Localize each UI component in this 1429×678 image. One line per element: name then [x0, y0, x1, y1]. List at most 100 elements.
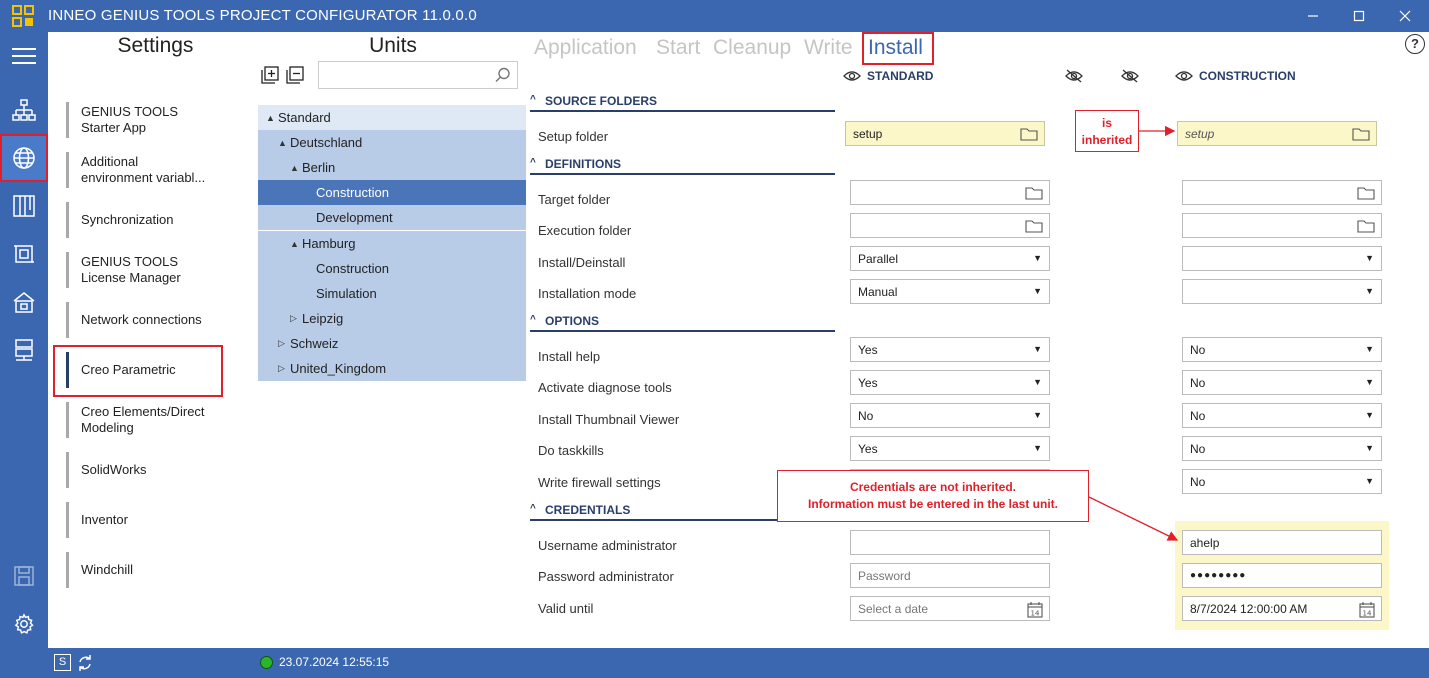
- password-admin-standard-input[interactable]: Password: [850, 563, 1050, 588]
- folder-icon[interactable]: [1025, 219, 1043, 233]
- column-construction: CONSTRUCTION: [1175, 69, 1296, 83]
- home-nav-button[interactable]: [0, 278, 48, 326]
- tree-item-hamburg-simulation[interactable]: Simulation: [258, 281, 526, 306]
- calendar-icon[interactable]: 14: [1359, 602, 1375, 618]
- settings-item-starter-app[interactable]: GENIUS TOOLS Starter App: [66, 102, 226, 138]
- install-thumbnail-standard-select[interactable]: No ▼: [850, 403, 1050, 428]
- eye-icon[interactable]: [1175, 70, 1193, 82]
- section-label: CREDENTIALS: [545, 503, 631, 517]
- expand-toggle-icon[interactable]: ▷: [278, 363, 290, 374]
- settings-item-synchronization[interactable]: Synchronization: [66, 202, 226, 238]
- collapse-toggle-icon[interactable]: ▲: [278, 138, 290, 148]
- tree-item-deutschland[interactable]: ▲ Deutschland: [258, 130, 526, 155]
- settings-item-env-variables[interactable]: Additional environment variabl...: [66, 152, 226, 188]
- install-deinstall-construction-select[interactable]: ▼: [1182, 246, 1382, 271]
- status-s-button[interactable]: S: [54, 654, 71, 671]
- menu-button[interactable]: [0, 32, 48, 80]
- tree-item-leipzig[interactable]: ▷ Leipzig: [258, 306, 526, 331]
- tab-start[interactable]: Start: [656, 36, 700, 60]
- folder-icon[interactable]: [1357, 186, 1375, 200]
- frame-nav-button[interactable]: [0, 230, 48, 278]
- section-options[interactable]: ^ OPTIONS: [530, 314, 835, 332]
- settings-item-inventor[interactable]: Inventor: [66, 502, 226, 538]
- tree-item-hamburg-construction[interactable]: Construction: [258, 256, 526, 281]
- setup-folder-construction-input[interactable]: setup: [1177, 121, 1377, 146]
- select-value: Yes: [858, 441, 878, 456]
- server-nav-button[interactable]: [0, 326, 48, 374]
- username-admin-construction-input[interactable]: ahelp: [1182, 530, 1382, 555]
- eye-icon[interactable]: [843, 70, 861, 82]
- expand-toggle-icon[interactable]: ▷: [290, 313, 302, 324]
- activate-diagnose-construction-select[interactable]: No ▼: [1182, 370, 1382, 395]
- installation-mode-standard-select[interactable]: Manual ▼: [850, 279, 1050, 304]
- globe-nav-button[interactable]: [0, 134, 48, 182]
- do-taskkills-standard-select[interactable]: Yes ▼: [850, 436, 1050, 461]
- valid-until-standard-datepicker[interactable]: Select a date 14: [850, 596, 1050, 621]
- close-button[interactable]: [1382, 0, 1428, 32]
- settings-nav-button[interactable]: [0, 600, 48, 648]
- setup-folder-standard-input[interactable]: setup: [845, 121, 1045, 146]
- settings-item-network-connections[interactable]: Network connections: [66, 302, 226, 338]
- select-value: No: [1190, 441, 1206, 456]
- do-taskkills-construction-select[interactable]: No ▼: [1182, 436, 1382, 461]
- folder-icon[interactable]: [1020, 127, 1038, 141]
- expand-toggle-icon[interactable]: ▷: [278, 338, 290, 349]
- sync-icon[interactable]: [77, 653, 93, 673]
- username-admin-standard-input[interactable]: [850, 530, 1050, 555]
- collapse-toggle-icon[interactable]: ▲: [290, 163, 302, 173]
- section-source-folders[interactable]: ^ SOURCE FOLDERS: [530, 94, 835, 112]
- target-folder-standard-input[interactable]: [850, 180, 1050, 205]
- tree-item-united-kingdom[interactable]: ▷ United_Kingdom: [258, 356, 526, 381]
- maximize-button[interactable]: [1336, 0, 1382, 32]
- tree-item-schweiz[interactable]: ▷ Schweiz: [258, 331, 526, 356]
- install-thumbnail-construction-select[interactable]: No ▼: [1182, 403, 1382, 428]
- tree-item-berlin[interactable]: ▲ Berlin: [258, 155, 526, 180]
- settings-item-windchill[interactable]: Windchill: [66, 552, 226, 588]
- tree-item-berlin-development[interactable]: Development: [258, 205, 526, 230]
- installation-mode-construction-select[interactable]: ▼: [1182, 279, 1382, 304]
- settings-item-solidworks[interactable]: SolidWorks: [66, 452, 226, 488]
- status-timestamp: 23.07.2024 12:55:15: [279, 655, 390, 669]
- eye-off-icon[interactable]: [1121, 69, 1139, 83]
- activate-diagnose-standard-select[interactable]: Yes ▼: [850, 370, 1050, 395]
- hierarchy-nav-button[interactable]: [0, 86, 48, 134]
- minimize-button[interactable]: [1290, 0, 1336, 32]
- dropdown-arrow-icon: ▼: [1033, 377, 1042, 387]
- settings-title: Settings: [117, 34, 194, 57]
- execution-folder-construction-input[interactable]: [1182, 213, 1382, 238]
- target-folder-label: Target folder: [538, 192, 611, 207]
- expand-all-button[interactable]: [261, 66, 279, 84]
- install-help-construction-select[interactable]: No ▼: [1182, 337, 1382, 362]
- tree-item-label: Construction: [316, 185, 389, 200]
- password-admin-construction-input[interactable]: ●●●●●●●●: [1182, 563, 1382, 588]
- folder-icon[interactable]: [1025, 186, 1043, 200]
- folder-icon[interactable]: [1357, 219, 1375, 233]
- tree-item-hamburg[interactable]: ▲ Hamburg: [258, 231, 526, 256]
- collapse-toggle-icon[interactable]: ▲: [266, 113, 278, 123]
- save-nav-button[interactable]: [0, 552, 48, 600]
- settings-item-label: SolidWorks: [81, 462, 147, 477]
- settings-item-license-manager[interactable]: GENIUS TOOLS License Manager: [66, 252, 226, 288]
- section-definitions[interactable]: ^ DEFINITIONS: [530, 157, 835, 175]
- write-firewall-construction-select[interactable]: No ▼: [1182, 469, 1382, 494]
- calendar-icon[interactable]: 14: [1027, 602, 1043, 618]
- folder-icon[interactable]: [1352, 127, 1370, 141]
- settings-item-creo-elements[interactable]: Creo Elements/Direct Modeling: [66, 402, 226, 438]
- help-button[interactable]: ?: [1405, 34, 1425, 54]
- settings-item-label: Inventor: [81, 512, 128, 527]
- tab-cleanup[interactable]: Cleanup: [713, 36, 791, 60]
- install-help-standard-select[interactable]: Yes ▼: [850, 337, 1050, 362]
- tab-write[interactable]: Write: [804, 36, 853, 60]
- install-deinstall-standard-select[interactable]: Parallel ▼: [850, 246, 1050, 271]
- tree-item-berlin-construction[interactable]: Construction: [258, 180, 526, 205]
- execution-folder-standard-input[interactable]: [850, 213, 1050, 238]
- eye-off-icon[interactable]: [1065, 69, 1083, 83]
- collapse-toggle-icon[interactable]: ▲: [290, 239, 302, 249]
- target-folder-construction-input[interactable]: [1182, 180, 1382, 205]
- collapse-all-button[interactable]: [286, 66, 304, 84]
- valid-until-construction-datepicker[interactable]: 8/7/2024 12:00:00 AM 14: [1182, 596, 1382, 621]
- unit-search-input[interactable]: [318, 61, 518, 89]
- tree-item-standard[interactable]: ▲ Standard: [258, 105, 526, 130]
- tab-application[interactable]: Application: [534, 36, 637, 60]
- board-nav-button[interactable]: [0, 182, 48, 230]
